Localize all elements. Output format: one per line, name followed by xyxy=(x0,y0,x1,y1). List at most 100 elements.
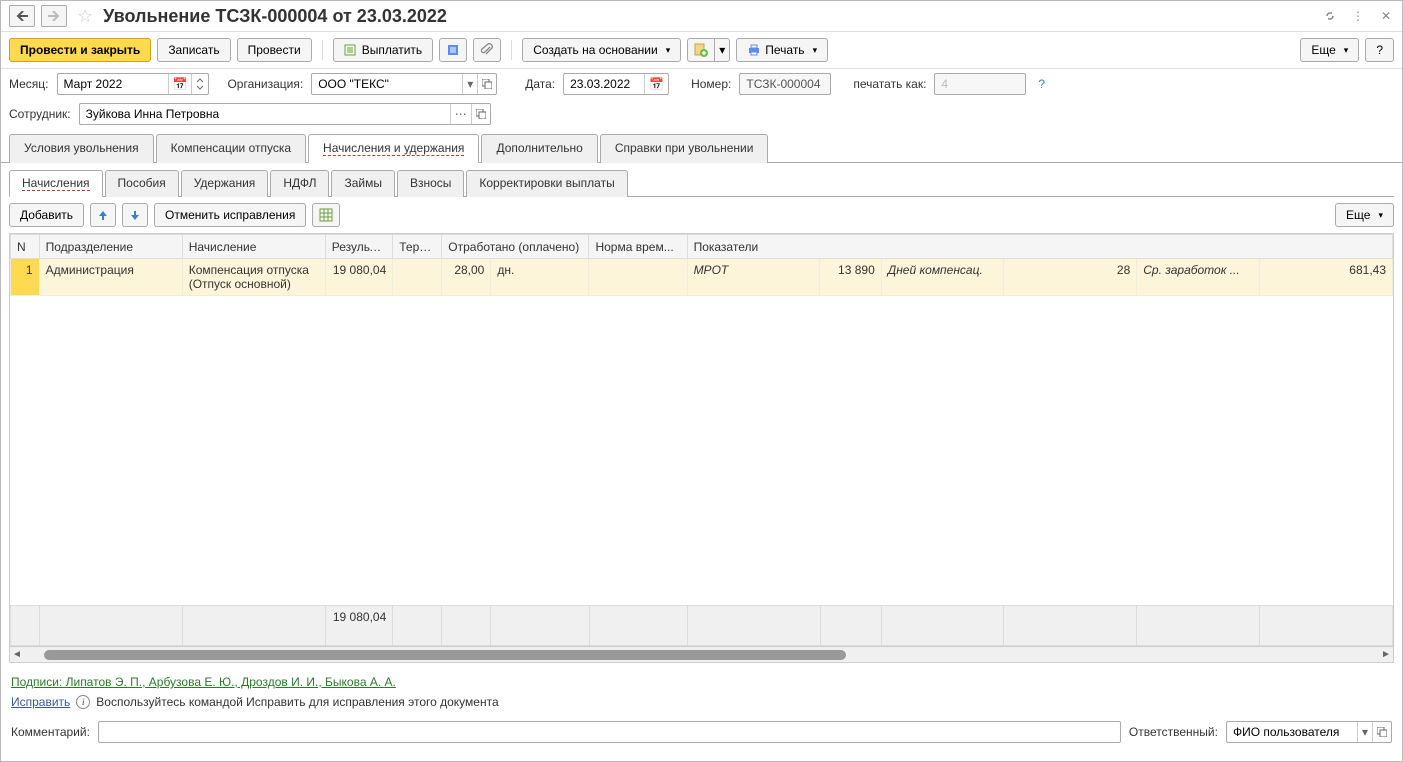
nav-back-button[interactable] xyxy=(9,5,35,27)
arrow-up-icon xyxy=(97,209,109,221)
col-worked[interactable]: Отработано (оплачено) xyxy=(442,235,589,259)
tab-accruals-deductions[interactable]: Начисления и удержания xyxy=(308,134,479,163)
save-button[interactable]: Записать xyxy=(157,38,230,62)
subtab-payment-corrections[interactable]: Корректировки выплаты xyxy=(466,170,627,197)
col-terr[interactable]: Терр... xyxy=(393,235,442,259)
close-icon[interactable]: ✕ xyxy=(1378,8,1394,24)
col-n[interactable]: N xyxy=(11,235,40,259)
fix-hint: Воспользуйтесь командой Исправить для ис… xyxy=(96,695,498,709)
col-division[interactable]: Подразделение xyxy=(39,235,182,259)
employee-open-icon[interactable] xyxy=(471,104,490,124)
date-calendar-icon[interactable]: 📅 xyxy=(644,74,668,94)
tab-additional[interactable]: Дополнительно xyxy=(481,134,597,163)
special-action-button[interactable] xyxy=(687,38,714,62)
org-label: Организация: xyxy=(227,77,303,91)
special-action-group: ▾ xyxy=(687,38,730,62)
org-dropdown-icon[interactable]: ▾ xyxy=(462,74,477,94)
cell-worked-val: 28,00 xyxy=(442,259,491,296)
print-button[interactable]: Печать xyxy=(736,38,828,62)
subtab-deductions[interactable]: Удержания xyxy=(181,170,269,197)
table-settings-button[interactable] xyxy=(312,203,340,227)
responsible-dropdown-icon[interactable]: ▾ xyxy=(1357,722,1372,742)
nav-forward-button[interactable] xyxy=(41,5,67,27)
comment-label: Комментарий: xyxy=(11,725,90,739)
horizontal-scrollbar[interactable]: ◄ ► xyxy=(10,646,1393,662)
subtab-loans[interactable]: Займы xyxy=(331,170,395,197)
sub-more-button[interactable]: Еще xyxy=(1335,203,1394,227)
scroll-left-icon[interactable]: ◄ xyxy=(10,649,24,660)
cell-ind2-label: Дней компенсац. xyxy=(881,259,1004,296)
col-norm[interactable]: Норма врем... xyxy=(589,235,687,259)
cell-terr xyxy=(393,259,442,296)
attach-button[interactable] xyxy=(473,38,501,62)
arrow-right-icon xyxy=(48,11,60,21)
post-button[interactable]: Провести xyxy=(237,38,312,62)
cell-ind2-val: 28 xyxy=(1004,259,1137,296)
help-question-icon[interactable]: ? xyxy=(1038,77,1045,91)
tab-certificates[interactable]: Справки при увольнении xyxy=(600,134,769,163)
list-view-button[interactable] xyxy=(439,38,467,62)
print-as-label: печатать как: xyxy=(853,77,926,91)
special-action-dropdown[interactable]: ▾ xyxy=(714,38,730,62)
fix-link[interactable]: Исправить xyxy=(11,695,70,709)
col-result[interactable]: Результат xyxy=(325,235,392,259)
add-row-button[interactable]: Добавить xyxy=(9,203,84,227)
tab-vacation-comp[interactable]: Компенсации отпуска xyxy=(156,134,306,163)
favorite-star-icon[interactable]: ☆ xyxy=(77,6,93,27)
paperclip-icon xyxy=(480,43,494,57)
cell-ind1-label: МРОТ xyxy=(687,259,820,296)
pay-button[interactable]: Выплатить xyxy=(333,38,434,62)
subtab-contributions[interactable]: Взносы xyxy=(397,170,464,197)
cancel-corrections-button[interactable]: Отменить исправления xyxy=(154,203,306,227)
number-input xyxy=(740,75,830,93)
cell-accrual: Компенсация отпуска (Отпуск основной) xyxy=(182,259,325,296)
more-vertical-icon[interactable]: ⋮ xyxy=(1350,8,1366,24)
subtab-accruals[interactable]: Начисления xyxy=(9,170,103,197)
footer-total: 19 080,04 xyxy=(325,606,392,646)
date-input-wrap: 📅 xyxy=(563,73,669,95)
month-input[interactable] xyxy=(58,75,168,93)
month-stepper-icon[interactable] xyxy=(191,74,208,94)
more-button[interactable]: Еще xyxy=(1300,38,1359,62)
employee-select-icon[interactable]: ⋯ xyxy=(450,104,471,124)
move-down-button[interactable] xyxy=(122,203,148,227)
org-open-icon[interactable] xyxy=(477,74,496,94)
employee-label: Сотрудник: xyxy=(9,107,71,121)
employee-input[interactable] xyxy=(80,105,450,123)
cell-result: 19 080,04 xyxy=(325,259,392,296)
month-calendar-icon[interactable]: 📅 xyxy=(168,74,192,94)
org-input[interactable] xyxy=(312,75,462,93)
link-icon[interactable] xyxy=(1322,8,1338,24)
comment-input[interactable] xyxy=(99,723,1120,741)
list-icon xyxy=(446,43,460,57)
post-and-close-button[interactable]: Провести и закрыть xyxy=(9,38,151,62)
document-icon xyxy=(344,44,358,56)
month-label: Месяц: xyxy=(9,77,49,91)
main-tabs: Условия увольнения Компенсации отпуска Н… xyxy=(1,133,1402,163)
move-up-button[interactable] xyxy=(90,203,116,227)
col-accrual[interactable]: Начисление xyxy=(182,235,325,259)
scrollbar-thumb[interactable] xyxy=(44,650,846,660)
print-as-input-wrap xyxy=(934,73,1026,95)
comment-input-wrap xyxy=(98,721,1121,743)
print-button-label: Печать xyxy=(765,43,804,57)
arrow-left-icon xyxy=(16,11,28,21)
help-button[interactable]: ? xyxy=(1365,38,1394,62)
responsible-input[interactable] xyxy=(1227,723,1357,741)
tab-conditions[interactable]: Условия увольнения xyxy=(9,134,154,163)
accruals-table[interactable]: N Подразделение Начисление Результат Тер… xyxy=(10,234,1393,296)
col-indicators[interactable]: Показатели xyxy=(687,235,1392,259)
responsible-input-wrap: ▾ xyxy=(1226,721,1392,743)
responsible-open-icon[interactable] xyxy=(1372,722,1391,742)
doc-plus-icon xyxy=(694,43,708,57)
create-based-button[interactable]: Создать на основании xyxy=(522,38,681,62)
subtab-ndfl[interactable]: НДФЛ xyxy=(270,170,329,197)
scroll-right-icon[interactable]: ► xyxy=(1379,649,1393,660)
signatures-link[interactable]: Подписи: Липатов Э. П., Арбузова Е. Ю., … xyxy=(11,675,396,689)
cell-ind3-val: 681,43 xyxy=(1259,259,1392,296)
accruals-table-footer: 19 080,04 xyxy=(10,605,1393,646)
subtab-benefits[interactable]: Пособия xyxy=(105,170,179,197)
date-input[interactable] xyxy=(564,75,644,93)
number-label: Номер: xyxy=(691,77,731,91)
table-row[interactable]: 1 Администрация Компенсация отпуска (Отп… xyxy=(11,259,1393,296)
